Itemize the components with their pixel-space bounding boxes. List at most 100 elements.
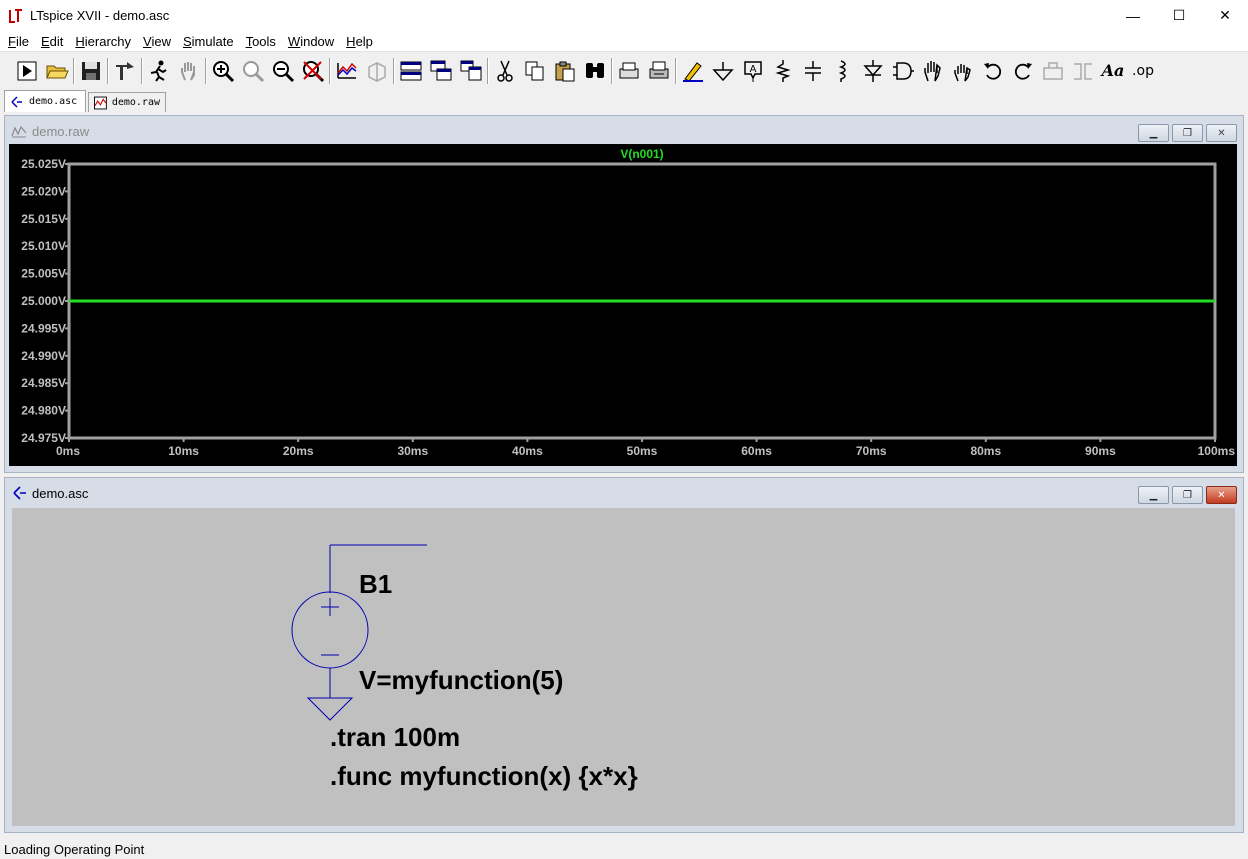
toolbar-separator (205, 57, 207, 84)
toolbar-separator (393, 57, 395, 84)
save-icon[interactable] (76, 56, 106, 86)
diode-icon[interactable] (858, 56, 888, 86)
menu-window[interactable]: Window (282, 34, 340, 49)
waveform-plot[interactable]: 25.025V 25.020V 25.015V 25.010V 25.005V 25.00… (9, 144, 1237, 466)
toolbar-separator (73, 57, 75, 84)
window-controls: — ☐ ✕ (1110, 0, 1248, 31)
waveform-window-titlebar[interactable]: demo.raw (5, 116, 1243, 146)
schematic-restore-button[interactable]: ❐ (1172, 486, 1203, 504)
redo-icon[interactable] (1008, 56, 1038, 86)
tile-vertical-icon[interactable] (456, 56, 486, 86)
schematic-minimize-button[interactable]: ▁ (1138, 486, 1169, 504)
x-tick-label: 100ms (1198, 444, 1236, 458)
x-tick-label: 80ms (970, 444, 1001, 458)
undo-icon[interactable] (978, 56, 1008, 86)
schematic-canvas[interactable]: B1 V=myfunction(5) .tran 100m .func myfu… (12, 508, 1235, 826)
mirror-icon[interactable] (1068, 56, 1098, 86)
menu-label-rest: ile (15, 33, 29, 49)
menu-accelerator: E (40, 33, 50, 49)
move-icon[interactable] (918, 56, 948, 86)
waveform-close-button[interactable]: ✕ (1206, 124, 1237, 142)
window-title: LTspice XVII - demo.asc (30, 8, 170, 23)
x-tick-label: 10ms (168, 444, 199, 458)
toolbar-separator (487, 57, 489, 84)
x-tick-label: 70ms (856, 444, 887, 458)
schematic-window-controls: ▁ ❐ ✕ (1135, 486, 1237, 504)
menu-view[interactable]: View (137, 34, 177, 49)
minimize-button[interactable]: — (1110, 0, 1156, 31)
cascade-icon[interactable] (426, 56, 456, 86)
3d-icon[interactable] (362, 56, 392, 86)
menu-accelerator: F (8, 33, 16, 49)
print-setup-icon[interactable] (614, 56, 644, 86)
x-tick-label: 30ms (397, 444, 428, 458)
halt-icon[interactable] (144, 56, 174, 86)
copy-icon[interactable] (520, 56, 550, 86)
waveform-minimize-button[interactable]: ▁ (1138, 124, 1169, 142)
ground-symbol-icon[interactable] (306, 697, 354, 721)
schematic-close-button[interactable]: ✕ (1206, 486, 1237, 504)
status-bar: Loading Operating Point (0, 839, 1248, 859)
tile-horizontal-icon[interactable] (396, 56, 426, 86)
zoom-in-icon[interactable] (208, 56, 238, 86)
menu-edit[interactable]: Edit (35, 34, 69, 49)
schematic-window-titlebar[interactable]: demo.asc (5, 478, 1243, 508)
waveform-window-icon (11, 125, 27, 138)
spice-directive-icon[interactable]: .op (1128, 56, 1158, 86)
print-icon[interactable] (644, 56, 674, 86)
toolbar-separator (675, 57, 677, 84)
y-tick-label: 25.025V (21, 157, 66, 171)
ground-icon[interactable] (708, 56, 738, 86)
zoom-full-icon[interactable] (298, 56, 328, 86)
svg-text:A: A (750, 64, 757, 75)
label-net-icon[interactable]: A (738, 56, 768, 86)
trace-label[interactable]: V(n001) (620, 147, 663, 161)
plus-sign-icon (321, 598, 339, 616)
tab-demo-asc[interactable]: demo.asc (4, 90, 86, 112)
component-icon[interactable] (888, 56, 918, 86)
inductor-icon[interactable] (828, 56, 858, 86)
run-icon[interactable] (12, 56, 42, 86)
menu-simulate[interactable]: Simulate (177, 34, 240, 49)
waveform-restore-button[interactable]: ❐ (1172, 124, 1203, 142)
menu-tools[interactable]: Tools (240, 34, 282, 49)
menu-help[interactable]: Help (340, 34, 379, 49)
text-icon[interactable]: Aa (1098, 56, 1128, 86)
find-icon[interactable] (580, 56, 610, 86)
menu-label-rest: iew (151, 33, 171, 49)
pan-icon[interactable] (174, 56, 204, 86)
waveform-chart: 25.025V 25.020V 25.015V 25.010V 25.005V 25.00… (21, 147, 1236, 458)
paste-icon[interactable] (550, 56, 580, 86)
x-tick-label: 50ms (627, 444, 658, 458)
waveform-icon (94, 96, 107, 109)
rotate-icon[interactable] (1038, 56, 1068, 86)
menu-accelerator: W (287, 33, 301, 49)
control-panel-icon[interactable] (110, 56, 140, 86)
capacitor-icon[interactable] (798, 56, 828, 86)
menu-file[interactable]: File (2, 34, 35, 49)
menu-accelerator: H (346, 33, 356, 49)
component-value-label[interactable]: V=myfunction(5) (359, 665, 563, 695)
x-tick-label: 20ms (283, 444, 314, 458)
tran-directive[interactable]: .tran 100m (330, 722, 460, 752)
open-icon[interactable] (42, 56, 72, 86)
zoom-out-icon[interactable] (268, 56, 298, 86)
menu-hierarchy[interactable]: Hierarchy (69, 34, 137, 49)
tab-label: demo.asc (29, 96, 78, 107)
cut-icon[interactable] (490, 56, 520, 86)
y-tick-label: 24.990V (21, 349, 66, 363)
x-tick-label: 90ms (1085, 444, 1116, 458)
close-button[interactable]: ✕ (1202, 0, 1248, 31)
maximize-button[interactable]: ☐ (1156, 0, 1202, 31)
drag-icon[interactable] (948, 56, 978, 86)
y-tick-label: 25.015V (21, 212, 66, 226)
menu-label-rest: indow (300, 33, 335, 49)
toolbar-separator (329, 57, 331, 84)
component-name-label[interactable]: B1 (359, 569, 392, 599)
autorange-icon[interactable] (332, 56, 362, 86)
resistor-icon[interactable] (768, 56, 798, 86)
draw-wire-icon[interactable] (678, 56, 708, 86)
zoom-area-icon[interactable] (238, 56, 268, 86)
func-directive[interactable]: .func myfunction(x) {x*x} (330, 761, 638, 791)
tab-demo-raw[interactable]: demo.raw (88, 92, 166, 112)
